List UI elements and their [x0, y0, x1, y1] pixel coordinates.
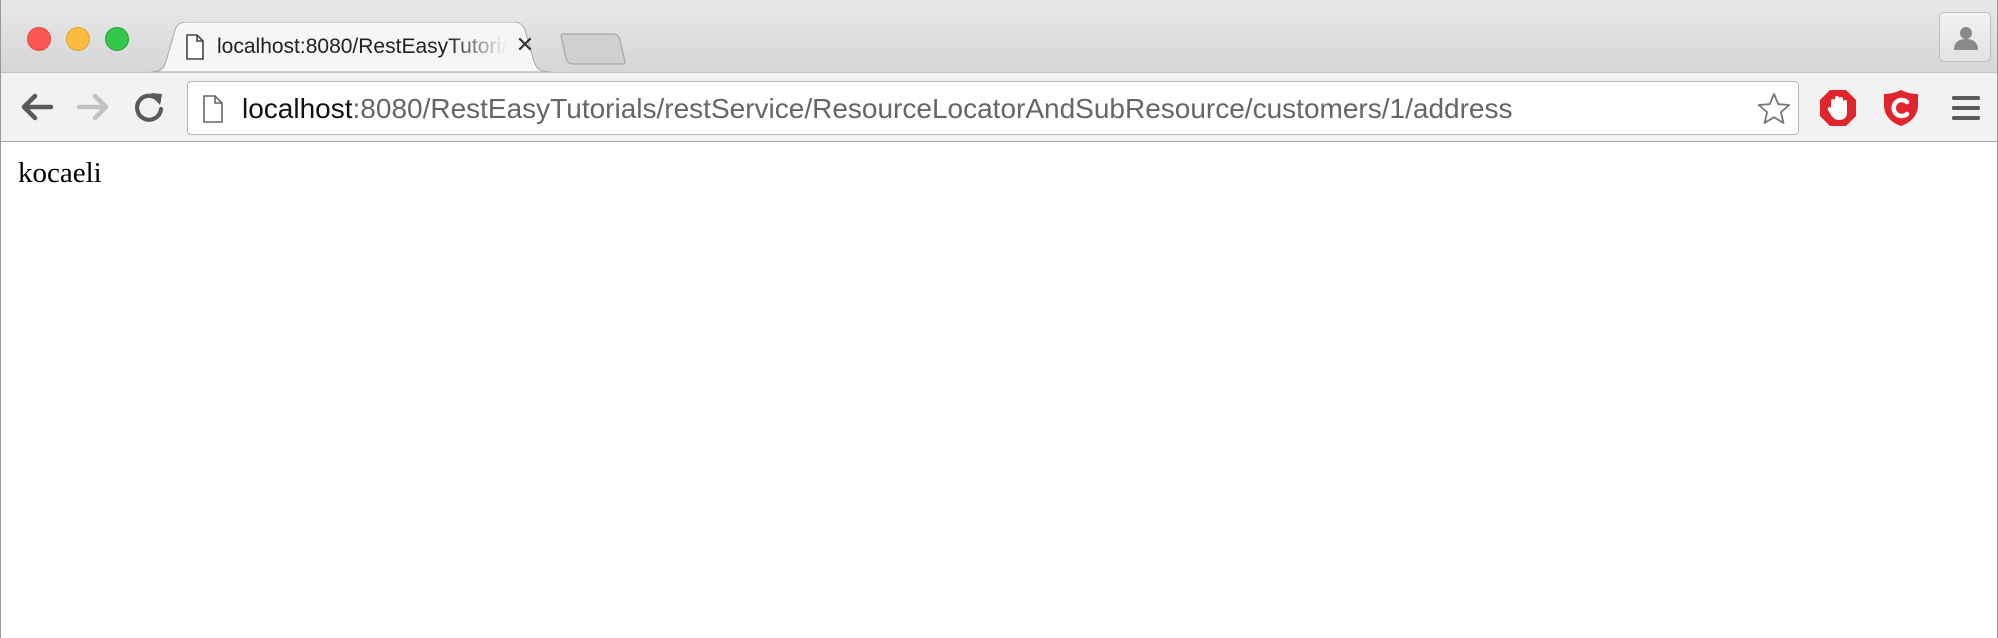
window-maximize-button[interactable] [105, 27, 129, 51]
adblock-hand-icon[interactable] [1819, 89, 1857, 127]
response-text: kocaeli [18, 157, 102, 189]
page-info-icon[interactable] [202, 95, 224, 123]
active-tab[interactable]: localhost:8080/RestEasyTutorials/restSer… [151, 22, 551, 72]
window-close-button[interactable] [27, 27, 51, 51]
address-url[interactable]: localhost:8080/RestEasyTutorials/restSer… [242, 93, 1512, 125]
window-minimize-button[interactable] [66, 27, 90, 51]
new-tab-button[interactable] [559, 32, 627, 66]
toolbar: localhost:8080/RestEasyTutorials/restSer… [1, 72, 1997, 142]
profile-button[interactable] [1939, 12, 1991, 62]
page-icon [186, 34, 204, 60]
tab-strip: localhost:8080/RestEasyTutorials/restSer… [1, 0, 1997, 72]
forward-arrow-icon[interactable] [75, 89, 111, 125]
back-arrow-icon[interactable] [19, 89, 55, 125]
person-icon [1954, 27, 1978, 50]
reload-icon[interactable] [131, 89, 167, 125]
security-shield-icon[interactable] [1882, 89, 1920, 127]
url-path: :8080/RestEasyTutorials/restService/Reso… [352, 93, 1513, 124]
address-bar[interactable]: localhost:8080/RestEasyTutorials/restSer… [187, 81, 1799, 135]
page-content: kocaeli [1, 142, 1997, 638]
tab-title: localhost:8080/RestEasyTutorials/restSer… [217, 35, 507, 58]
tab-close-icon[interactable]: ✕ [513, 33, 537, 57]
browser-window: localhost:8080/RestEasyTutorials/restSer… [0, 0, 1998, 638]
hamburger-menu-icon[interactable] [1949, 91, 1983, 125]
url-host: localhost [242, 93, 353, 124]
star-icon[interactable] [1756, 91, 1792, 127]
